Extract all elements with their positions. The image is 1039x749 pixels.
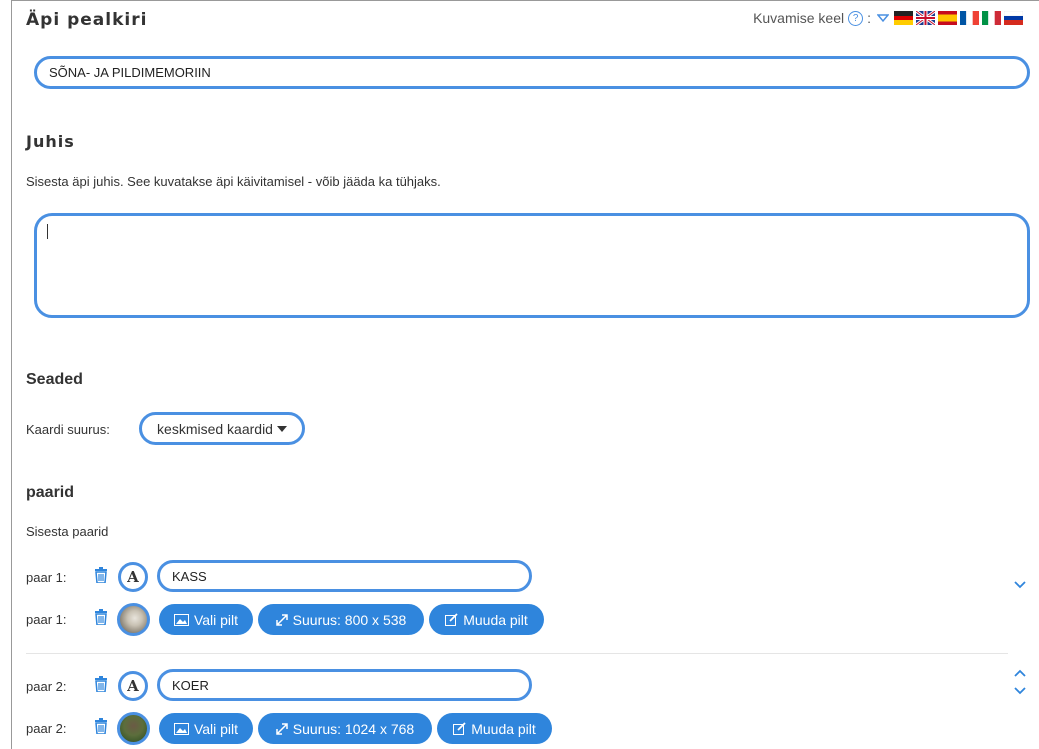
language-label: Kuvamise keel [753, 10, 845, 26]
chevron-down-icon[interactable] [1013, 580, 1027, 590]
caret-down-icon [276, 425, 287, 432]
edit-image-label: Muuda pilt [471, 720, 536, 737]
flag-es-icon[interactable] [938, 11, 957, 25]
image-size-label: Suurus: 1024 x 768 [292, 720, 415, 737]
instructions-hint: Sisesta äpi juhis. See kuvatakse äpi käi… [26, 174, 441, 189]
app-title-input[interactable]: SÕNA- JA PILDIMEMORIIN [34, 56, 1030, 89]
card-size-label: Kaardi suurus: [26, 422, 110, 437]
pair-2-text-value: KOER [172, 677, 209, 693]
image-icon [173, 613, 189, 626]
edit-icon [445, 613, 458, 626]
choose-image-button[interactable]: Vali pilt [159, 713, 253, 744]
image-size-button[interactable]: Suurus: 800 x 538 [258, 604, 424, 635]
dog-image-thumbnail[interactable] [117, 712, 150, 745]
flag-de-icon[interactable] [894, 11, 913, 25]
cat-image-thumbnail[interactable] [117, 603, 150, 636]
pair-1-text-label: paar 1: [26, 570, 67, 585]
trash-icon[interactable] [94, 567, 108, 583]
image-icon [173, 722, 189, 735]
text-caret [47, 224, 48, 239]
flag-it-icon[interactable] [982, 11, 1001, 25]
resize-icon [275, 613, 288, 626]
edit-icon [453, 722, 466, 735]
settings-heading: Seaded [26, 371, 83, 388]
pair-1-text-input[interactable]: KASS [157, 560, 532, 592]
help-icon[interactable]: ? [848, 10, 864, 26]
pair-1-image-label: paar 1: [26, 612, 67, 627]
image-size-button[interactable]: Suurus: 1024 x 768 [258, 713, 432, 744]
edit-image-button[interactable]: Muuda pilt [429, 604, 544, 635]
resize-icon [276, 722, 288, 735]
choose-image-label: Vali pilt [193, 611, 239, 628]
pair-2-text-label: paar 2: [26, 679, 67, 694]
instructions-textarea[interactable] [34, 213, 1030, 318]
flag-ru-icon[interactable] [1004, 11, 1023, 25]
choose-image-label: Vali pilt [193, 720, 239, 737]
page-title: Äpi pealkiri [26, 10, 148, 30]
app-title-value: SÕNA- JA PILDIMEMORIIN [49, 65, 211, 80]
language-selector: Kuvamise keel ? : [753, 10, 1023, 26]
card-size-value: keskmised kaardid [157, 420, 273, 437]
flag-fr-icon[interactable] [960, 11, 979, 25]
image-size-label: Suurus: 800 x 538 [292, 611, 407, 628]
trash-icon[interactable] [94, 676, 108, 692]
editor-frame [11, 0, 1039, 749]
pair-divider [26, 653, 1008, 654]
instructions-heading: Juhis [26, 132, 75, 151]
pairs-hint: Sisesta paarid [26, 524, 109, 539]
dropdown-arrow-icon[interactable] [877, 13, 889, 23]
pair-2-text-input[interactable]: KOER [157, 669, 532, 701]
pair-2-image-label: paar 2: [26, 721, 67, 736]
chevron-up-icon[interactable] [1013, 668, 1027, 678]
text-a-icon[interactable]: A [118, 671, 148, 701]
edit-image-button[interactable]: Muuda pilt [437, 713, 552, 744]
flag-gb-icon[interactable] [916, 11, 935, 25]
trash-icon[interactable] [94, 718, 108, 734]
chevron-down-icon[interactable] [1013, 686, 1027, 696]
trash-icon[interactable] [94, 609, 108, 625]
pair-1-text-value: KASS [172, 568, 207, 584]
pairs-heading: paarid [26, 484, 75, 501]
card-size-select[interactable]: keskmised kaardid [139, 412, 305, 445]
text-a-icon[interactable]: A [118, 562, 148, 592]
language-separator: : [867, 10, 871, 26]
edit-image-label: Muuda pilt [463, 611, 528, 628]
choose-image-button[interactable]: Vali pilt [159, 604, 253, 635]
